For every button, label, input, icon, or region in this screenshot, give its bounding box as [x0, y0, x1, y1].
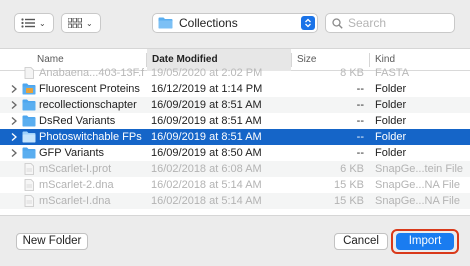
file-name: GFP Variants [39, 147, 105, 159]
toolbar: ⌄ ⌄ Collections [0, 0, 470, 48]
file-kind: SnapGe...NA File [375, 179, 460, 191]
file-size: 6 KB [340, 163, 364, 175]
list-view-icon [21, 18, 35, 28]
file-name: recollectionschapter [39, 99, 137, 111]
file-kind: FASTA [375, 67, 410, 79]
file-kind: Folder [375, 131, 407, 143]
document-icon [24, 195, 34, 207]
file-date: 16/02/2018 at 5:14 AM [151, 195, 262, 207]
list-item[interactable]: Photoswitchable FPs 16/09/2019 at 8:51 AM… [0, 129, 470, 145]
sg-folder-icon [22, 83, 36, 95]
file-date: 16/12/2019 at 1:14 PM [151, 83, 263, 95]
list-item[interactable]: mScarlet-2.dna 16/02/2018 at 5:14 AM 15 KB… [0, 177, 470, 193]
file-name: mScarlet-I.prot [39, 163, 112, 175]
file-name: mScarlet-I.dna [39, 195, 111, 207]
search-icon [332, 17, 343, 29]
new-folder-button[interactable]: New Folder [16, 233, 88, 250]
file-size: -- [356, 83, 364, 95]
chevron-down-icon: ⌄ [86, 18, 93, 28]
import-button[interactable]: Import [396, 233, 454, 250]
list-item[interactable]: mScarlet-I.prot 16/02/2018 at 6:08 AM 6 KB… [0, 161, 470, 177]
file-kind: Folder [375, 83, 407, 95]
file-size: 15 KB [334, 195, 364, 207]
file-kind: Folder [375, 147, 407, 159]
file-kind: Folder [375, 115, 407, 127]
file-size: 15 KB [334, 179, 364, 191]
list-item[interactable]: DsRed Variants 16/09/2019 at 8:51 AM -- Fol… [0, 113, 470, 129]
disclosure-triangle-icon[interactable] [11, 100, 17, 110]
list-item[interactable]: mScarlet-I.dna 16/02/2018 at 5:14 AM 15 KB… [0, 193, 470, 209]
file-date: 16/09/2019 at 8:51 AM [151, 99, 262, 111]
file-list[interactable]: Name Date Modified Size Kind Anabaena...… [0, 48, 470, 216]
folder-icon [22, 99, 36, 111]
group-mode-button[interactable]: ⌄ [61, 13, 101, 33]
folder-icon [22, 115, 36, 127]
location-stepper-icon[interactable] [301, 16, 315, 30]
file-date: 16/09/2019 at 8:51 AM [151, 131, 262, 143]
search-input[interactable] [348, 16, 448, 30]
list-item[interactable]: Anabaena...403-13F.fa 19/05/2020 at 2:02… [0, 65, 470, 81]
folder-icon [22, 147, 36, 159]
file-date: 16/09/2019 at 8:50 AM [151, 147, 262, 159]
file-size: -- [356, 115, 364, 127]
folder-icon [22, 131, 36, 143]
search-field[interactable] [325, 13, 455, 33]
file-name: Anabaena...403-13F.fa [39, 67, 144, 79]
file-kind: SnapGe...NA File [375, 195, 460, 207]
folder-icon [158, 17, 173, 29]
location-popup[interactable]: Collections [152, 13, 318, 33]
location-label: Collections [179, 16, 238, 30]
list-item[interactable]: Fluorescent Proteins 16/12/2019 at 1:14 P… [0, 81, 470, 97]
grid-view-icon [68, 18, 82, 28]
file-size: 8 KB [340, 67, 364, 79]
view-mode-button[interactable]: ⌄ [14, 13, 54, 33]
file-date: 16/09/2019 at 8:51 AM [151, 115, 262, 127]
file-name: Fluorescent Proteins [39, 83, 140, 95]
file-name: mScarlet-2.dna [39, 179, 114, 191]
footer: New Folder Cancel Import [0, 216, 470, 266]
list-item[interactable]: recollectionschapter 16/09/2019 at 8:51 A… [0, 97, 470, 113]
document-icon [24, 163, 34, 175]
document-icon [24, 67, 34, 79]
cancel-button[interactable]: Cancel [334, 233, 388, 250]
column-date-label: Date Modified [152, 54, 218, 65]
list-item[interactable]: GFP Variants 16/09/2019 at 8:50 AM -- Folde… [0, 145, 470, 161]
file-size: -- [356, 99, 364, 111]
file-size: -- [356, 131, 364, 143]
disclosure-triangle-icon[interactable] [11, 84, 17, 94]
disclosure-triangle-icon[interactable] [11, 116, 17, 126]
file-kind: SnapGe...tein File [375, 163, 464, 175]
disclosure-triangle-icon[interactable] [11, 148, 17, 158]
disclosure-triangle-icon[interactable] [11, 132, 17, 142]
file-kind: Folder [375, 99, 407, 111]
document-icon [24, 179, 34, 191]
file-date: 16/02/2018 at 5:14 AM [151, 179, 262, 191]
chevron-down-icon: ⌄ [39, 18, 46, 28]
file-name: DsRed Variants [39, 115, 116, 127]
file-size: -- [356, 147, 364, 159]
file-name: Photoswitchable FPs [39, 131, 142, 143]
file-date: 19/05/2020 at 2:02 PM [151, 67, 263, 79]
file-date: 16/02/2018 at 6:08 AM [151, 163, 262, 175]
